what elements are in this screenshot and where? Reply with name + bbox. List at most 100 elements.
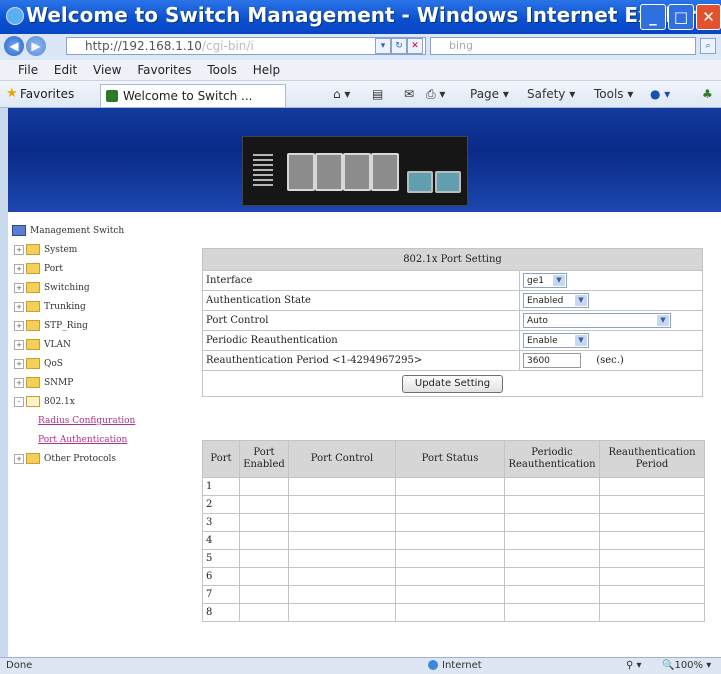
tools-menu[interactable]: Tools ▾: [594, 81, 633, 107]
tree-item-switching[interactable]: + Switching: [8, 279, 135, 298]
interface-select[interactable]: ge1 ▼: [523, 273, 567, 288]
feeds-icon[interactable]: ▤: [372, 81, 383, 107]
col-port: Port: [202, 440, 240, 478]
menu-edit[interactable]: Edit: [54, 63, 77, 77]
sfp-port-2-icon: [435, 171, 461, 193]
favorites-button[interactable]: Favorites: [20, 81, 74, 107]
tree-item-port-authentication[interactable]: Port Authentication: [8, 431, 135, 450]
interface-value: ge1: [527, 276, 544, 286]
table-row: 1: [202, 477, 705, 496]
tree-item-radius-configuration[interactable]: Radius Configuration: [8, 412, 135, 431]
home-icon[interactable]: ⌂ ▾: [333, 81, 350, 107]
protected-mode-icon[interactable]: ⚲ ▾: [626, 658, 642, 674]
update-setting-button[interactable]: Update Setting: [401, 374, 504, 393]
expand-icon[interactable]: +: [14, 339, 24, 350]
col-port-enabled: Port Enabled: [239, 440, 289, 478]
expand-icon[interactable]: +: [14, 301, 24, 312]
expand-icon[interactable]: +: [14, 244, 24, 255]
browser-tab[interactable]: Welcome to Switch ...: [100, 84, 286, 107]
table-row: 7: [202, 585, 705, 604]
menu-help[interactable]: Help: [253, 63, 280, 77]
periodic-reauth-row: Periodic Reauthentication Enable ▼: [202, 330, 703, 351]
status-bar: Done Internet ⚲ ▾ 🔍100% ▾: [0, 657, 721, 674]
tree-item-qos[interactable]: + QoS: [8, 355, 135, 374]
port-cell: 3: [202, 513, 240, 532]
menu-file[interactable]: File: [18, 63, 38, 77]
radius-configuration-link[interactable]: Radius Configuration: [38, 416, 135, 426]
collapse-icon[interactable]: -: [14, 396, 24, 407]
expand-icon[interactable]: +: [14, 358, 24, 369]
tree-item-system[interactable]: + System: [8, 241, 135, 260]
tree-item-8021x[interactable]: - 802.1x: [8, 393, 135, 412]
tree-root[interactable]: Management Switch: [8, 222, 135, 241]
interface-row: Interface ge1 ▼: [202, 270, 703, 291]
help-icon[interactable]: ● ▾: [650, 81, 670, 107]
tab-title: Welcome to Switch ...: [123, 89, 253, 103]
forward-button[interactable]: ▶: [26, 36, 46, 56]
tree-item-label: VLAN: [44, 340, 71, 350]
reauth-period-label: Reauthentication Period <1-4294967295>: [202, 350, 520, 371]
menu-favorites[interactable]: Favorites: [137, 63, 191, 77]
tree-item-trunking[interactable]: + Trunking: [8, 298, 135, 317]
print-icon[interactable]: ⎙ ▾: [426, 81, 445, 107]
menu-bar: File Edit View Favorites Tools Help: [0, 60, 721, 81]
tree-item-port[interactable]: + Port: [8, 260, 135, 279]
periodic-reauth-select[interactable]: Enable ▼: [523, 333, 589, 348]
switch-icon: [12, 225, 26, 236]
port-cell: 8: [202, 603, 240, 622]
refresh-icon[interactable]: ↻: [391, 38, 407, 54]
page-menu[interactable]: Page ▾: [470, 81, 509, 107]
tree-item-snmp[interactable]: + SNMP: [8, 374, 135, 393]
search-input[interactable]: bing: [430, 37, 696, 55]
menu-view[interactable]: View: [93, 63, 121, 77]
minimize-button[interactable]: _: [640, 4, 666, 30]
search-icon[interactable]: ⌕: [700, 38, 716, 54]
table-row: 6: [202, 567, 705, 586]
port-status-table: Port Port Enabled Port Control Port Stat…: [202, 440, 705, 622]
port-authentication-link[interactable]: Port Authentication: [38, 435, 127, 445]
safety-menu[interactable]: Safety ▾: [527, 81, 575, 107]
folder-icon: [26, 301, 40, 312]
col-reauth-period: Reauthentication Period: [599, 440, 705, 478]
stop-icon[interactable]: ✕: [407, 38, 423, 54]
back-button[interactable]: ◀: [4, 36, 24, 56]
tree-item-label: System: [44, 245, 78, 255]
address-toolbar: ◀ ▶ http://192.168.1.10/cgi-bin/i ▾ ↻ ✕ …: [0, 34, 721, 61]
authentication-state-select[interactable]: Enabled ▼: [523, 293, 589, 308]
folder-icon: [26, 282, 40, 293]
port-control-select[interactable]: Auto ▼: [523, 313, 671, 328]
led-indicators: [253, 151, 273, 189]
expand-icon[interactable]: +: [14, 320, 24, 331]
close-button[interactable]: ✕: [696, 4, 721, 30]
maximize-button[interactable]: □: [668, 4, 694, 30]
folder-icon: [26, 244, 40, 255]
mail-icon[interactable]: ✉: [404, 81, 414, 107]
tree-item-label: Switching: [44, 283, 90, 293]
col-port-status: Port Status: [395, 440, 505, 478]
table-row: 5: [202, 549, 705, 568]
col-port-control: Port Control: [288, 440, 396, 478]
url-path-text: /cgi-bin/i: [201, 39, 254, 53]
expand-icon[interactable]: +: [14, 453, 24, 464]
research-icon[interactable]: ♣: [702, 81, 713, 107]
address-input[interactable]: http://192.168.1.10/cgi-bin/i: [66, 37, 426, 55]
reauth-period-input[interactable]: 3600: [523, 353, 581, 368]
menu-tools[interactable]: Tools: [207, 63, 237, 77]
open-folder-icon: [26, 396, 40, 407]
window-title-bar: Welcome to Switch Management - Windows I…: [0, 0, 721, 34]
table-row: 4: [202, 531, 705, 550]
address-dropdown-icon[interactable]: ▾: [375, 38, 391, 54]
port-setting-form: 802.1x Port Setting Interface ge1 ▼ Authe…: [202, 248, 703, 397]
authentication-state-row: Authentication State Enabled ▼: [202, 290, 703, 311]
tree-item-stp-ring[interactable]: + STP_Ring: [8, 317, 135, 336]
expand-icon[interactable]: +: [14, 263, 24, 274]
folder-icon: [26, 339, 40, 350]
port-setting-title: 802.1x Port Setting: [202, 248, 703, 271]
interface-label: Interface: [202, 270, 520, 291]
chevron-down-icon: ▼: [553, 275, 565, 286]
tree-item-other-protocols[interactable]: + Other Protocols: [8, 450, 135, 469]
zoom-control[interactable]: 🔍100% ▾: [662, 658, 711, 674]
expand-icon[interactable]: +: [14, 282, 24, 293]
tree-item-vlan[interactable]: + VLAN: [8, 336, 135, 355]
expand-icon[interactable]: +: [14, 377, 24, 388]
